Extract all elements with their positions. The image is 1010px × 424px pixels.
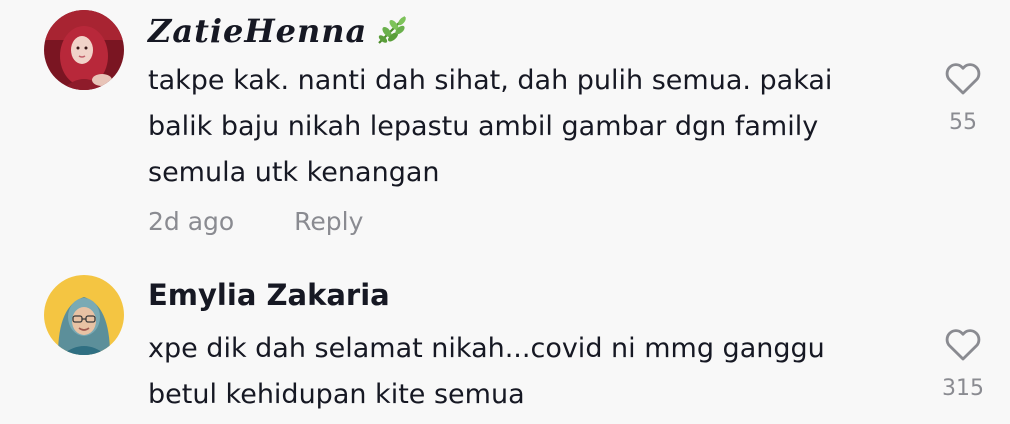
like-button[interactable]: 315	[938, 326, 988, 401]
like-button[interactable]: 55	[938, 60, 988, 135]
avatar[interactable]	[44, 275, 124, 355]
comment-item: ZatieHenna takpe kak. nanti dah sihat, d…	[0, 0, 1010, 250]
comment-text: xpe dik dah selamat nikah...covid ni mmg…	[148, 333, 825, 410]
like-count: 315	[942, 376, 984, 401]
username-text: ZatieHenna	[148, 12, 368, 50]
avatar-image	[44, 275, 124, 355]
avatar-image	[44, 10, 124, 90]
comment-username[interactable]: ZatieHenna	[148, 12, 409, 55]
comment-time: 2d ago	[148, 207, 235, 236]
heart-outline-icon	[945, 329, 981, 361]
heart-outline-icon	[945, 63, 981, 95]
comment-text: takpe kak. nanti dah sihat, dah pulih se…	[148, 65, 833, 188]
herb-icon	[375, 13, 409, 55]
comment-username[interactable]: Emylia Zakaria	[148, 278, 390, 312]
like-count: 55	[949, 110, 977, 135]
comment-meta: 2d ago Reply	[148, 207, 415, 236]
avatar[interactable]	[44, 10, 124, 90]
reply-button[interactable]: Reply	[294, 207, 363, 236]
comment-item: Emylia Zakaria xpe dik dah selamat nikah…	[0, 250, 1010, 424]
